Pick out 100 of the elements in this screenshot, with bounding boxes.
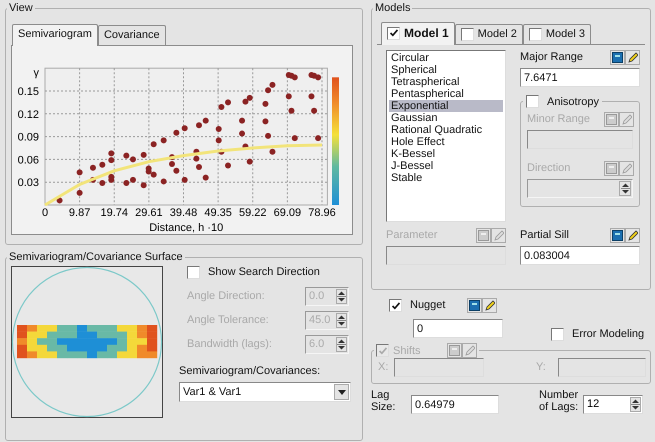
field-label: Parameter <box>386 229 438 243</box>
pencil-button[interactable] <box>625 228 640 244</box>
checkbox[interactable] <box>460 28 474 42</box>
dropdown-button[interactable] <box>334 384 349 400</box>
calculator-button[interactable] <box>610 228 625 244</box>
data-point <box>308 94 314 100</box>
checkbox[interactable] <box>387 26 400 40</box>
calculator-button[interactable] <box>467 298 482 313</box>
group-title: Models <box>374 2 412 14</box>
checkbox-label[interactable]: Error Modeling <box>572 328 644 342</box>
data-point <box>292 135 298 142</box>
checkbox[interactable] <box>187 266 200 280</box>
data-point <box>76 170 83 176</box>
data-point <box>216 126 222 132</box>
axis-label: 0.15 <box>18 86 39 98</box>
list-item[interactable]: Stable <box>389 172 503 184</box>
axis-label: 9.87 <box>68 207 90 220</box>
data-point <box>225 162 231 169</box>
group-title: Semivariogram/Covariance Surface <box>8 251 184 264</box>
data-point <box>262 101 268 108</box>
list-item[interactable]: Pentaspherical <box>389 88 503 100</box>
data-point <box>76 190 83 196</box>
checkbox[interactable] <box>528 28 542 42</box>
data-point <box>202 174 209 181</box>
checkbox[interactable] <box>526 95 539 108</box>
list-box[interactable]: Circular Spherical Tetraspherical Pentaspherical Exponential Gaussian Rational Quadratic Hole Effect K-Bessel J-Bessel Stable <box>386 50 506 222</box>
field-label: Angle Direction: <box>187 290 265 304</box>
field-label: Major Range <box>520 51 583 65</box>
checkbox[interactable] <box>389 299 402 312</box>
list-item[interactable]: Gaussian <box>389 112 503 124</box>
field-label: Minor Range <box>527 113 590 127</box>
data-point <box>182 126 188 132</box>
checkbox[interactable] <box>551 328 564 342</box>
list-item[interactable]: Rational Quadratic <box>389 124 503 136</box>
field-label: Y: <box>536 361 547 374</box>
field-label: Angle Tolerance: <box>187 314 269 328</box>
tab[interactable]: Model 1 <box>381 22 455 46</box>
list-item[interactable]: Exponential <box>389 100 503 112</box>
data-point <box>311 108 318 114</box>
spin-button[interactable] <box>336 337 347 352</box>
list-item[interactable]: Tetraspherical <box>389 76 503 88</box>
tab[interactable]: Model 3 <box>522 24 591 44</box>
list-item[interactable]: Circular <box>389 52 503 64</box>
data-point <box>173 130 180 136</box>
field-label: Partial Sill <box>520 229 569 243</box>
axis-label: 29.61 <box>135 207 163 220</box>
data-point <box>246 158 253 165</box>
checkbox-label[interactable]: Anisotropy <box>547 96 599 108</box>
data-point <box>150 141 157 148</box>
axis-label: 69.09 <box>274 207 302 220</box>
dropdown[interactable]: Var1 & Var1 <box>179 382 351 402</box>
axis-label: 0.03 <box>18 177 39 190</box>
axis-title: Distance, h ·10 <box>149 222 224 234</box>
pencil-button[interactable] <box>482 298 498 313</box>
axis-label: 0.12 <box>18 109 39 122</box>
field-label: Bandwidth (lags): <box>187 338 272 352</box>
tab[interactable]: Model 2 <box>454 24 523 44</box>
data-point <box>140 182 147 189</box>
pencil-button[interactable] <box>625 50 640 66</box>
spin-button[interactable] <box>630 397 641 412</box>
field-label: Lag Size: <box>371 388 396 413</box>
data-point <box>140 152 147 158</box>
caret-icon <box>338 390 346 395</box>
checkbox-label[interactable]: Nugget <box>410 298 446 312</box>
list-item[interactable]: K-Bessel <box>389 148 503 160</box>
axis-label: 39.48 <box>170 207 198 220</box>
axis-label: 0.09 <box>18 132 39 144</box>
checkbox-label[interactable]: Show Search Direction <box>208 266 320 280</box>
data-point <box>182 177 188 184</box>
data-point <box>262 118 268 125</box>
field-label: X: <box>378 361 390 374</box>
data-point <box>239 118 246 124</box>
input-field[interactable]: 0 <box>413 319 503 338</box>
spin-button[interactable] <box>336 289 347 304</box>
spin-button[interactable] <box>619 181 631 196</box>
data-point <box>216 138 222 144</box>
field-label: Number of Lags: <box>539 388 580 413</box>
spin-button[interactable] <box>336 313 347 328</box>
tab[interactable]: Covariance <box>98 25 166 46</box>
list-item[interactable]: Spherical <box>389 64 503 76</box>
data-point <box>196 164 202 170</box>
tab[interactable]: Semivariogram <box>12 24 98 46</box>
input-field[interactable]: 7.6471 <box>520 68 640 88</box>
list-item[interactable]: J-Bessel <box>389 160 503 172</box>
input-field[interactable]: 12 <box>587 398 630 412</box>
spin-box[interactable]: 12 <box>583 395 643 414</box>
data-point <box>315 135 322 142</box>
data-point <box>265 133 272 140</box>
input-field[interactable]: 0.083004 <box>520 246 640 266</box>
axis-label: 19.74 <box>100 207 128 220</box>
data-point <box>56 198 63 204</box>
data-point <box>286 94 292 100</box>
list-item[interactable]: Hole Effect <box>389 136 503 148</box>
axis-label: 49.35 <box>204 207 232 220</box>
field-label: Semivariogram/Covariances: <box>179 365 322 378</box>
data-point <box>288 108 294 114</box>
calculator-button[interactable] <box>610 50 625 66</box>
axis-label: 78.96 <box>308 207 336 220</box>
data-point <box>239 130 246 137</box>
input-field[interactable]: 0.64979 <box>411 395 499 414</box>
